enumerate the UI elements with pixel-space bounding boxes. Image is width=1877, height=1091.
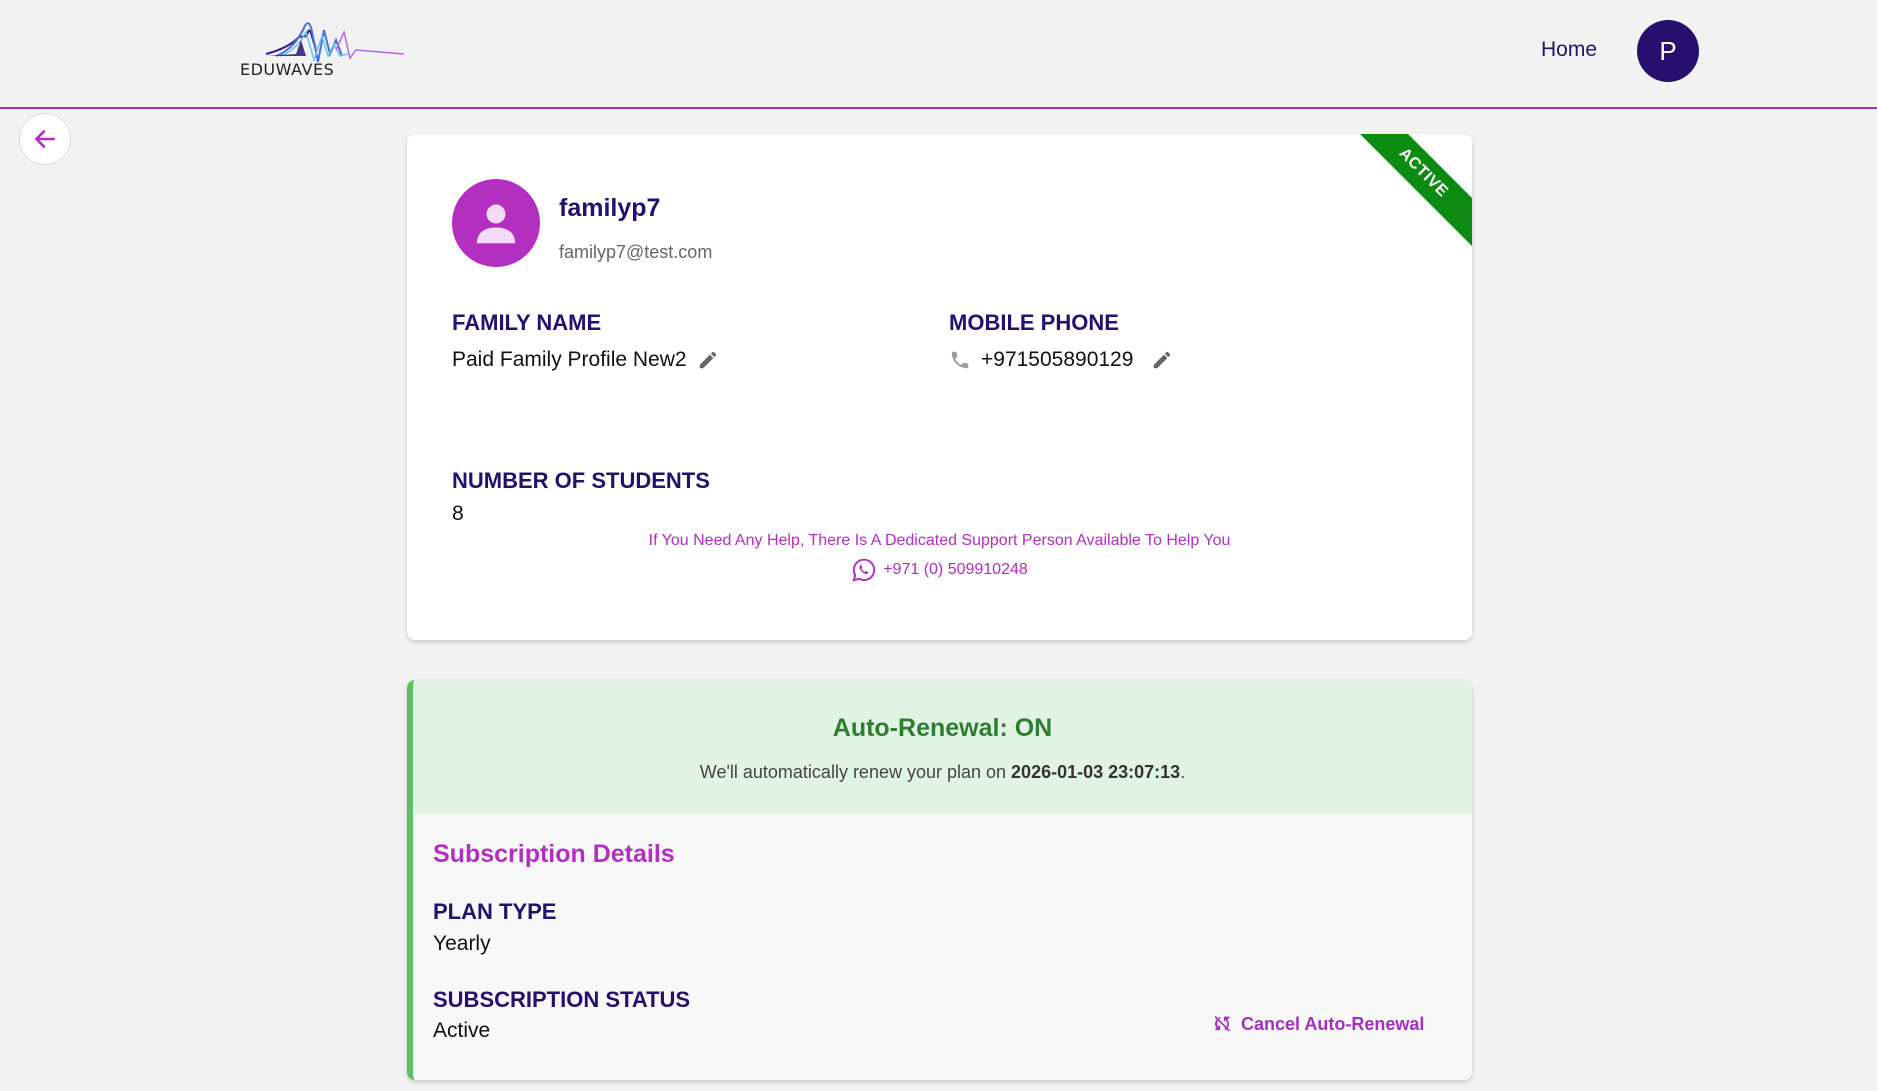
subscription-card: Auto-Renewal: ON We'll automatically ren… — [407, 680, 1472, 1080]
subscription-status-label: SUBSCRIPTION STATUS — [433, 987, 691, 1012]
plan-type-value: Yearly — [433, 932, 491, 955]
subscription-details-title: Subscription Details — [433, 840, 675, 868]
cancel-auto-renewal-button[interactable]: Cancel Auto-Renewal — [1211, 1013, 1424, 1035]
support-phone-link[interactable]: +971 (0) 509910248 — [407, 557, 1472, 583]
auto-renewal-text: We'll automatically renew your plan on 2… — [413, 762, 1472, 783]
subscription-status-value: Active — [433, 1019, 491, 1042]
back-button[interactable] — [19, 113, 71, 165]
eduwaves-logo[interactable]: EDUWAVES — [236, 10, 406, 90]
person-icon — [476, 204, 516, 244]
plan-type-label: PLAN TYPE — [433, 899, 557, 924]
number-of-students-value: 8 — [452, 502, 464, 525]
logo-text: EDUWAVES — [240, 60, 335, 79]
renewal-text-suffix: . — [1180, 762, 1186, 782]
mobile-phone-field: +971505890129 — [949, 348, 1173, 372]
top-header: EDUWAVES Home P — [0, 0, 1877, 109]
avatar-initial: P — [1659, 35, 1677, 66]
profile-card: ACTIVE familyp7 familyp7@test.com FAMILY… — [407, 134, 1472, 640]
whatsapp-icon — [852, 558, 876, 582]
arrow-left-icon — [35, 130, 55, 148]
number-of-students-label: NUMBER OF STUDENTS — [452, 468, 710, 493]
sync-disabled-icon — [1214, 1015, 1231, 1032]
phone-icon — [951, 351, 969, 369]
auto-renewal-banner: Auto-Renewal: ON We'll automatically ren… — [413, 680, 1472, 814]
profile-avatar — [452, 179, 540, 267]
user-avatar-button[interactable]: P — [1637, 20, 1699, 82]
family-name-label: FAMILY NAME — [452, 310, 602, 335]
auto-renewal-title: Auto-Renewal: ON — [832, 714, 1053, 742]
family-name-value: Paid Family Profile New2 — [452, 348, 687, 371]
renewal-date: 2026-01-03 23:07:13 — [1011, 762, 1181, 782]
profile-email: familyp7@test.com — [559, 242, 713, 262]
edit-pencil-icon[interactable] — [697, 349, 719, 371]
support-help-text: If You Need Any Help, There Is A Dedicat… — [648, 532, 1231, 549]
support-phone-value: +971 (0) 509910248 — [883, 561, 1028, 578]
mobile-phone-label: MOBILE PHONE — [949, 310, 1119, 335]
edit-pencil-icon[interactable] — [1151, 349, 1173, 371]
mobile-phone-value: +971505890129 — [981, 348, 1134, 371]
nav-home-link[interactable]: Home — [1541, 38, 1597, 62]
renewal-text-prefix: We'll automatically renew your plan on — [699, 762, 1012, 782]
family-name-field: Paid Family Profile New2 — [452, 348, 719, 372]
cancel-auto-renewal-label: Cancel Auto-Renewal — [1241, 1013, 1425, 1034]
profile-username: familyp7 — [559, 194, 661, 222]
status-ribbon: ACTIVE — [1343, 134, 1472, 253]
